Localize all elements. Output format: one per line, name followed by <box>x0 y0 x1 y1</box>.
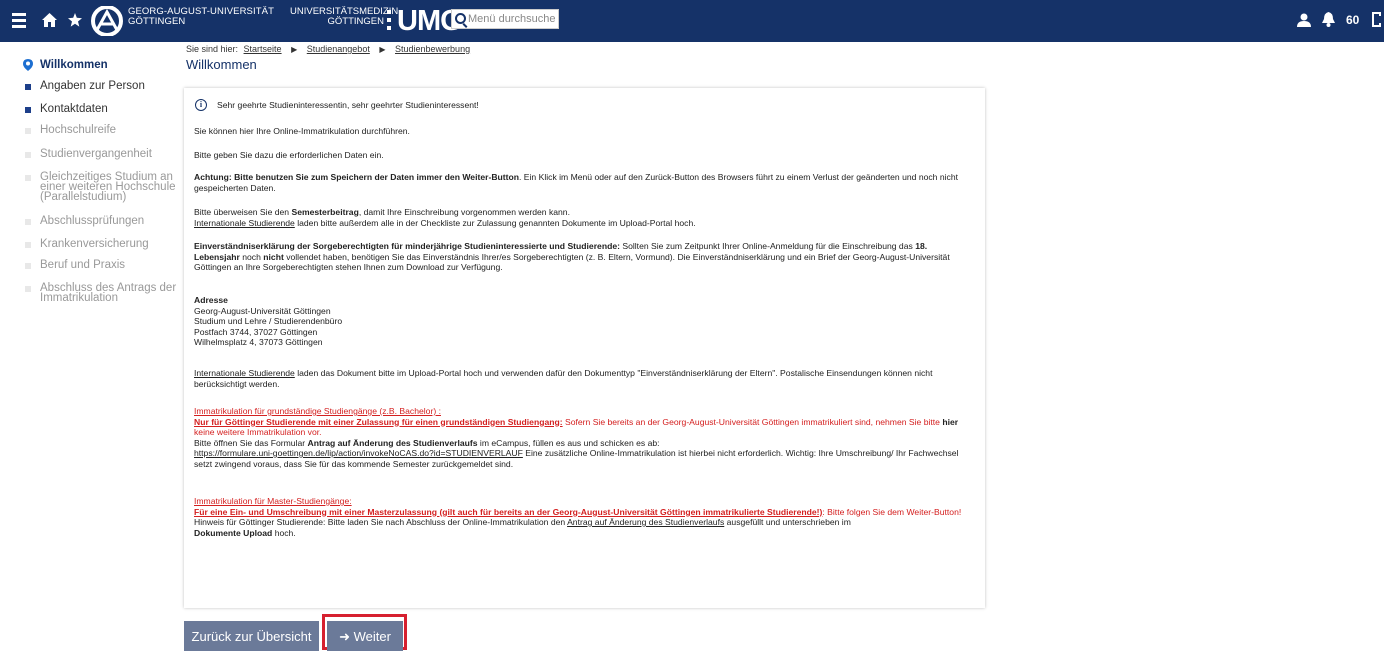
next-button[interactable]: ➜ Weiter <box>327 621 403 651</box>
menu-icon[interactable] <box>12 12 26 28</box>
consent-bold: Einverständniserklärung der Sorgeberecht… <box>194 241 620 251</box>
step-todo-bullet <box>25 242 31 248</box>
address-title: Adresse <box>194 295 228 305</box>
next-button-label: Weiter <box>353 629 391 644</box>
international-paragraph: Internationale Studierende laden das Dok… <box>194 368 974 389</box>
hint-bold: Dokumente Upload <box>194 527 273 538</box>
breadcrumb-startseite[interactable]: Startseite <box>244 44 282 54</box>
international-text: laden das Dokument bitte im Upload-Porta… <box>194 368 933 389</box>
form-url-link[interactable]: https://formulare.uni-goettingen.de/lip/… <box>194 448 523 458</box>
address-block: Adresse Georg-August-Universität Götting… <box>194 295 974 348</box>
logout-icon[interactable] <box>1372 12 1384 27</box>
search-placeholder: Menü durchsuche <box>468 13 556 25</box>
breadcrumb-studienbewerbung[interactable]: Studienbewerbung <box>395 44 470 54</box>
fee-text-c: laden bitte außerdem alle in der Checkli… <box>294 217 696 228</box>
greeting-text: Sehr geehrte Studieninteressentin, sehr … <box>217 100 479 110</box>
notification-count[interactable]: 60 <box>1346 13 1359 27</box>
bachelor-text-a: Sofern Sie bereits an der Georg-August-U… <box>562 416 943 427</box>
studienverlauf-link[interactable]: Antrag auf Änderung des Studienverlaufs <box>567 517 724 527</box>
warning-paragraph: Achtung: Bitte benutzen Sie zum Speicher… <box>194 172 974 193</box>
form-bold: Antrag auf Änderung des Studienverlaufs <box>307 437 478 448</box>
bachelor-heading: Immatrikulation für grundständige Studie… <box>194 406 441 416</box>
step-todo-bullet <box>25 175 31 181</box>
master-section: Immatrikulation für Master-Studiengänge:… <box>194 496 974 538</box>
top-navigation-bar: GEORG-AUGUST-UNIVERSITÄT GÖTTINGEN UNIVER… <box>0 0 1384 42</box>
step-done-bullet <box>25 107 31 113</box>
address-line: Postfach 3744, 37027 Göttingen <box>194 326 318 337</box>
content-panel: i Sehr geehrte Studieninteressentin, seh… <box>184 88 985 608</box>
form-text-a: Bitte öffnen Sie das Formular <box>194 437 308 448</box>
step-todo-bullet <box>25 263 31 269</box>
user-icon[interactable] <box>1297 13 1311 27</box>
step-done-bullet <box>25 84 31 90</box>
fee-bold: Semesterbeitrag <box>291 207 359 217</box>
address-line: Wilhelmsplatz 4, 37073 Göttingen <box>194 337 323 347</box>
fee-text-b: , damit Ihre Einschreibung vorgenommen w… <box>358 207 570 217</box>
menu-search-input[interactable]: Menü durchsuche <box>451 9 559 29</box>
step-todo-bullet <box>25 128 31 134</box>
umg-name: UNIVERSITÄTSMEDIZIN GÖTTINGEN <box>290 6 399 27</box>
international-students-link-2[interactable]: Internationale Studierende <box>194 368 295 378</box>
bachelor-section: Immatrikulation für grundständige Studie… <box>194 406 974 469</box>
bachelor-text-b: keine weitere Immatrikulation vor. <box>194 427 322 437</box>
address-line: Georg-August-Universität Göttingen <box>194 305 331 316</box>
home-icon[interactable] <box>42 13 57 27</box>
hint-text-a: Hinweis für Göttinger Studierende: Bitte… <box>194 517 568 527</box>
step-todo-bullet <box>25 286 31 292</box>
instruction-text: Bitte geben Sie dazu die erforderlichen … <box>194 150 384 160</box>
consent-text-b: noch <box>239 251 264 262</box>
search-icon <box>455 13 466 24</box>
info-icon: i <box>195 99 207 111</box>
master-bold: Für eine Ein- und Umschreibung mit einer… <box>194 506 823 517</box>
bachelor-bold-hier: hier <box>942 416 959 427</box>
umg-logo-dots <box>387 10 391 34</box>
back-to-overview-button[interactable]: Zurück zur Übersicht <box>184 621 319 651</box>
breadcrumb-separator-icon: ▶ <box>379 45 386 54</box>
hint-text-c: hoch. <box>272 527 296 538</box>
master-heading: Immatrikulation für Master-Studiengänge: <box>194 496 352 506</box>
address-line: Studium und Lehre / Studierendenbüro <box>194 316 343 326</box>
fee-paragraph: Bitte überweisen Sie den Semesterbeitrag… <box>194 207 974 228</box>
star-icon[interactable] <box>68 13 82 27</box>
location-pin-icon <box>23 59 33 71</box>
consent-text-a: Sollten Sie zum Zeitpunkt Ihrer Online-A… <box>619 241 916 251</box>
arrow-right-icon: ➜ <box>339 629 354 644</box>
fee-text-a: Bitte überweisen Sie den <box>194 207 292 217</box>
breadcrumb-studienangebot[interactable]: Studienangebot <box>307 44 370 54</box>
warning-bold: Achtung: Bitte benutzen Sie zum Speicher… <box>194 172 520 182</box>
intro-text: Sie können hier Ihre Online-Immatrikulat… <box>194 126 410 136</box>
international-students-link[interactable]: Internationale Studierende <box>194 218 295 228</box>
bachelor-bold: Nur für Göttinger Studierende mit einer … <box>194 416 563 427</box>
consent-bold-not: nicht <box>263 251 284 262</box>
breadcrumb-separator-icon: ▶ <box>291 45 298 54</box>
breadcrumb: Sie sind hier: Startseite ▶ Studienangeb… <box>186 44 470 54</box>
master-text: : Bitte folgen Sie dem Weiter-Button! <box>822 506 962 517</box>
form-text-b: im eCampus, füllen es aus und schicken e… <box>477 437 660 448</box>
university-name: GEORG-AUGUST-UNIVERSITÄT GÖTTINGEN <box>128 6 274 27</box>
hint-text-b: ausgefüllt und unterschrieben im <box>724 517 851 527</box>
consent-text-c: vollendet haben, benötigen Sie das Einve… <box>194 251 950 273</box>
consent-paragraph: Einverständniserklärung der Sorgeberecht… <box>194 241 974 273</box>
step-todo-bullet <box>25 219 31 225</box>
bell-icon[interactable] <box>1322 12 1335 27</box>
university-logo[interactable] <box>86 6 128 36</box>
breadcrumb-prefix: Sie sind hier: <box>186 44 239 54</box>
step-todo-bullet <box>25 152 31 158</box>
